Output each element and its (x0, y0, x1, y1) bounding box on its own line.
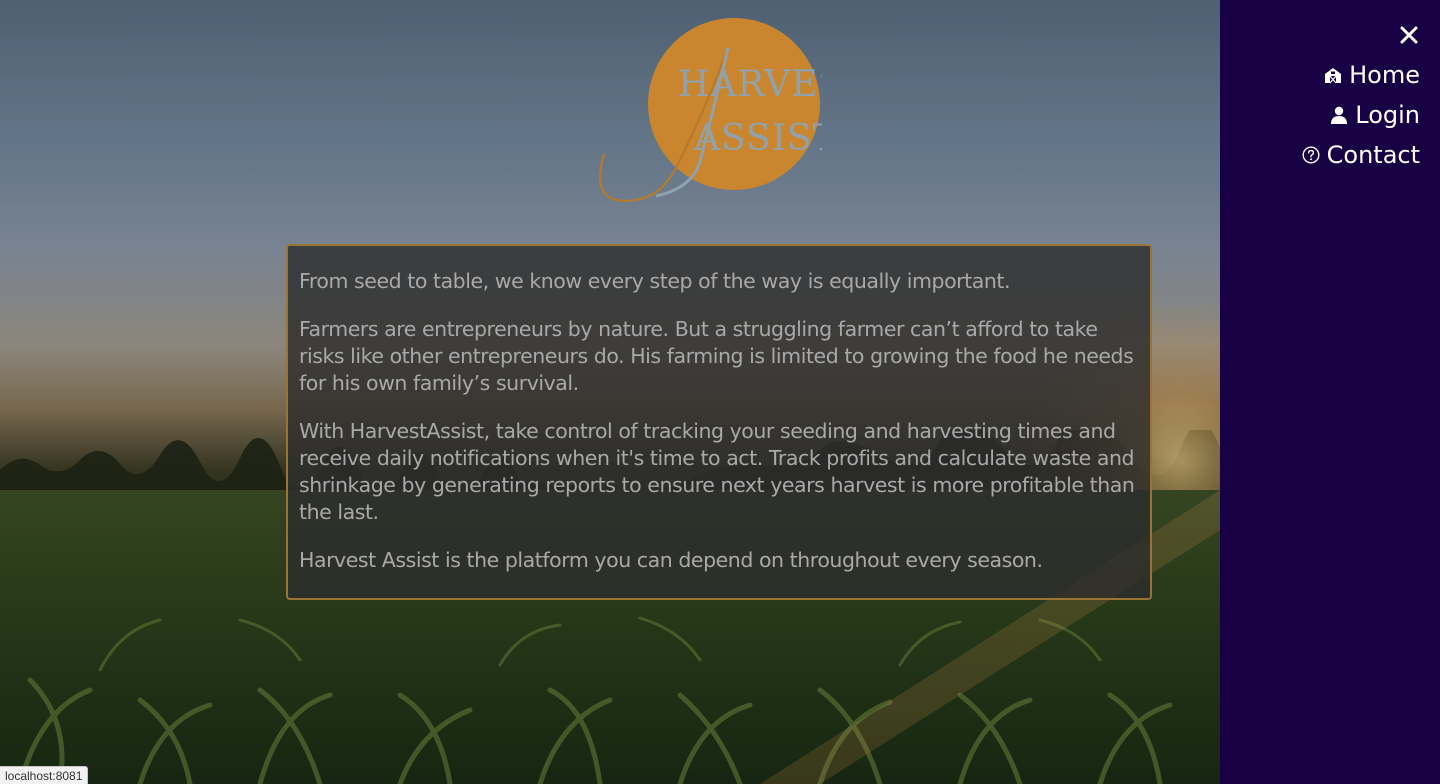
intro-paragraph: Harvest Assist is the platform you can d… (299, 548, 1043, 572)
nav-item-label: Login (1355, 101, 1420, 129)
nav-item-label: Contact (1326, 141, 1420, 169)
intro-card: From seed to table, we know every step o… (286, 244, 1152, 600)
status-bar-url: localhost:8081 (0, 766, 89, 784)
barn-icon (1323, 65, 1343, 85)
nav-item-contact[interactable]: Contact (1301, 141, 1420, 169)
nav-item-label: Home (1349, 61, 1420, 89)
harvest-assist-logo: HARVEST ASSIST (598, 18, 822, 202)
nav-item-login[interactable]: Login (1329, 101, 1420, 129)
page: HARVEST ASSIST From seed to table, we kn… (0, 0, 1440, 784)
logo-line1: HARVEST (678, 64, 822, 105)
user-icon (1329, 105, 1349, 125)
nav-item-home[interactable]: Home (1323, 61, 1420, 89)
help-circle-icon (1301, 145, 1321, 165)
intro-paragraph: Farmers are entrepreneurs by nature. But… (299, 317, 1134, 395)
intro-paragraph: From seed to table, we know every step o… (299, 269, 1011, 293)
close-icon[interactable] (1396, 22, 1422, 48)
side-nav: Home Login Contact (1220, 0, 1440, 784)
intro-paragraph: With HarvestAssist, take control of trac… (299, 419, 1135, 524)
logo-line2: ASSIST (693, 118, 822, 159)
